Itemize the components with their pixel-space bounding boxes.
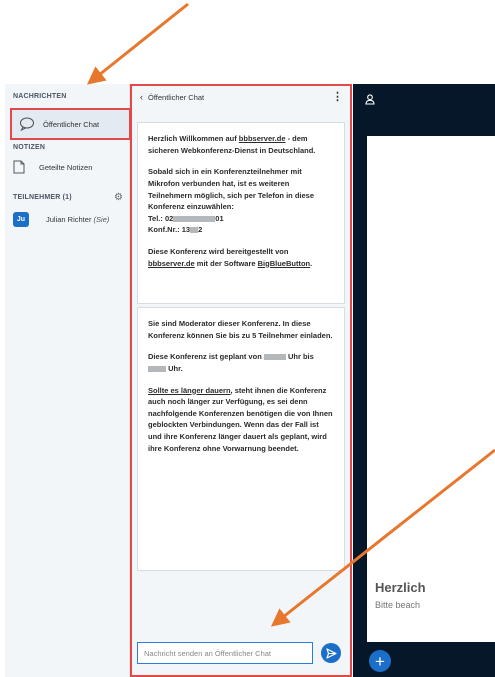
slide-welcome-subtitle: Bitte beach bbox=[375, 600, 421, 610]
redacted-conference-number bbox=[190, 227, 199, 234]
provided-by-end: . bbox=[310, 258, 313, 268]
chat-bubble-icon bbox=[19, 117, 35, 131]
sidebar-item-shared-notes[interactable]: Geteilte Notizen bbox=[13, 160, 92, 174]
schedule-end: Uhr. bbox=[166, 363, 183, 373]
moderator-message: Sie sind Moderator dieser Konferenz. In … bbox=[137, 307, 345, 571]
shared-notes-label: Geteilte Notizen bbox=[39, 162, 93, 172]
participant-item[interactable]: Ju Julian Richter (Sie) bbox=[13, 212, 109, 227]
slide-welcome-title: Herzlich bbox=[375, 580, 426, 595]
moderator-paragraph-1: Sie sind Moderator dieser Konferenz. In … bbox=[148, 319, 333, 340]
notes-section-label: NOTIZEN bbox=[13, 144, 46, 151]
extend-link[interactable]: Sollte es länger dauern bbox=[148, 386, 231, 395]
participants-section-label: TEILNEHMER (1) bbox=[13, 194, 72, 201]
send-icon bbox=[325, 647, 337, 659]
redacted-end-time bbox=[148, 365, 166, 372]
provided-by-text: Diese Konferenz wird bereitgestellt von bbox=[148, 247, 289, 256]
participant-role: (Sie) bbox=[93, 215, 110, 224]
chevron-left-icon[interactable]: ‹ bbox=[140, 92, 143, 102]
phone-label: Tel.: 02 bbox=[148, 213, 174, 223]
chat-header[interactable]: ‹ Öffentlicher Chat bbox=[140, 92, 204, 102]
welcome-message: Herzlich Willkommen auf bbbserver.de - d… bbox=[137, 122, 345, 304]
sidebar: NACHRICHTEN Öffentlicher Chat NOTIZEN Ge… bbox=[5, 84, 131, 677]
phone-suffix: 01 bbox=[215, 213, 224, 223]
schedule-text: Diese Konferenz ist geplant von bbox=[148, 352, 264, 362]
bbbserver-link[interactable]: bbbserver.de bbox=[239, 134, 286, 143]
schedule-mid: Uhr bis bbox=[285, 352, 314, 362]
plus-icon[interactable]: + bbox=[369, 650, 391, 672]
redacted-phone bbox=[173, 215, 216, 222]
participant-name-text: Julian Richter bbox=[46, 215, 92, 224]
moderator-paragraph-2: Diese Konferenz ist geplant von Uhr bis … bbox=[148, 351, 334, 374]
bigbluebutton-link[interactable]: BigBlueButton bbox=[258, 259, 311, 268]
bbbserver-link-2[interactable]: bbbserver.de bbox=[148, 259, 195, 268]
welcome-paragraph-2: Sobald sich in ein Konferenzteilnehmer m… bbox=[148, 166, 334, 236]
user-icon[interactable] bbox=[365, 94, 375, 105]
chat-input-row: Nachricht senden an Öffentlicher Chat bbox=[137, 640, 347, 666]
kebab-menu-icon[interactable]: ⋮ bbox=[332, 90, 343, 103]
welcome-text: Herzlich Willkommen auf bbox=[148, 134, 239, 143]
presentation-slide bbox=[367, 136, 495, 642]
public-chat-label: Öffentlicher Chat bbox=[43, 119, 100, 129]
conference-number-label: Konf.Nr.: 13 bbox=[148, 225, 191, 235]
dial-in-info: Sobald sich in ein Konferenzteilnehmer m… bbox=[148, 167, 315, 212]
presentation-area: Herzlich Bitte beach + bbox=[353, 84, 495, 677]
send-button[interactable] bbox=[321, 643, 341, 663]
gear-icon[interactable]: ⚙ bbox=[114, 192, 123, 203]
avatar: Ju bbox=[13, 212, 29, 227]
welcome-paragraph-1: Herzlich Willkommen auf bbbserver.de - d… bbox=[148, 133, 334, 156]
provided-by-mid: mit der Software bbox=[194, 258, 258, 268]
annotation-arrow-top bbox=[86, 2, 189, 85]
extend-text: , steht ihnen die Konferenz auch noch lä… bbox=[148, 385, 333, 453]
sidebar-item-public-chat[interactable]: Öffentlicher Chat bbox=[10, 108, 131, 140]
chat-title: Öffentlicher Chat bbox=[148, 92, 205, 102]
moderator-paragraph-3: Sollte es länger dauern, steht ihnen die… bbox=[148, 385, 334, 455]
messages-section-label: NACHRICHTEN bbox=[13, 93, 67, 100]
chat-panel: ‹ Öffentlicher Chat ⋮ Herzlich Willkomme… bbox=[130, 84, 352, 677]
participant-name: Julian Richter (Sie) bbox=[46, 215, 109, 224]
conference-number-suffix: 2 bbox=[198, 225, 203, 235]
notes-icon bbox=[13, 160, 25, 174]
redacted-start-time bbox=[263, 354, 286, 361]
welcome-paragraph-4: Diese Konferenz wird bereitgestellt von … bbox=[148, 246, 334, 269]
chat-message-input[interactable]: Nachricht senden an Öffentlicher Chat bbox=[137, 642, 313, 664]
